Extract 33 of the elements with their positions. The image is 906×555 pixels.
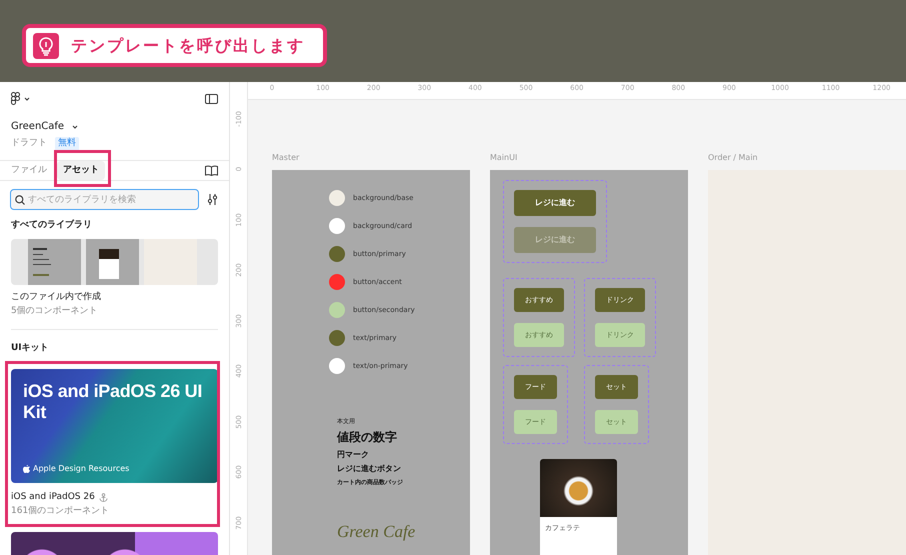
lightbulb-icon — [33, 32, 59, 58]
plan-badge: 無料 — [55, 137, 79, 150]
file-location: ドラフト — [11, 137, 47, 150]
chevron-down-icon[interactable] — [24, 96, 30, 100]
kit-name[interactable]: iOS and iPadOS 26 — [11, 491, 95, 504]
callout-text: テンプレートを呼び出します — [71, 34, 305, 56]
kit-cover[interactable]: iOS and iPadOS 26 UI Kit Apple Design Resources — [11, 369, 218, 483]
component-count: 161個のコンポーネント — [11, 504, 110, 518]
type-sample: 値段の数字 — [337, 430, 397, 445]
tab[interactable]: アセット — [57, 160, 105, 180]
button: レジに進む — [514, 227, 596, 253]
library-name[interactable]: このファイル内で作成 — [0, 290, 229, 304]
component-count: 5個のコンポーネント — [10, 305, 99, 318]
anchor-icon — [98, 493, 108, 502]
library-preview-drawing[interactable] — [11, 238, 218, 284]
tab[interactable]: ファイル — [5, 160, 53, 180]
filter-icon[interactable] — [207, 194, 218, 205]
button: レジに進む — [514, 190, 596, 216]
section-heading: UIキット — [10, 342, 50, 354]
panel-toggle-icon[interactable] — [205, 94, 218, 104]
type-sample: レジに進むボタン — [337, 464, 401, 474]
type-sample: 円マーク — [337, 450, 369, 460]
cover-brand: Apple Design Resources — [33, 463, 130, 475]
apple-logo-icon — [23, 465, 30, 473]
chevron-down-icon[interactable] — [72, 124, 78, 128]
app-logo-icon[interactable] — [11, 92, 20, 105]
search-field[interactable]: すべてのライブラリを検索 — [10, 189, 199, 210]
book-icon[interactable] — [205, 164, 218, 176]
cover-title: iOS and iPadOS 26 UI Kit — [23, 381, 204, 422]
section-heading: すべてのライブラリ — [10, 219, 93, 232]
file-name[interactable]: GreenCafe — [11, 119, 64, 134]
search-icon — [15, 194, 25, 204]
logo-text: Green Cafe — [337, 520, 416, 543]
